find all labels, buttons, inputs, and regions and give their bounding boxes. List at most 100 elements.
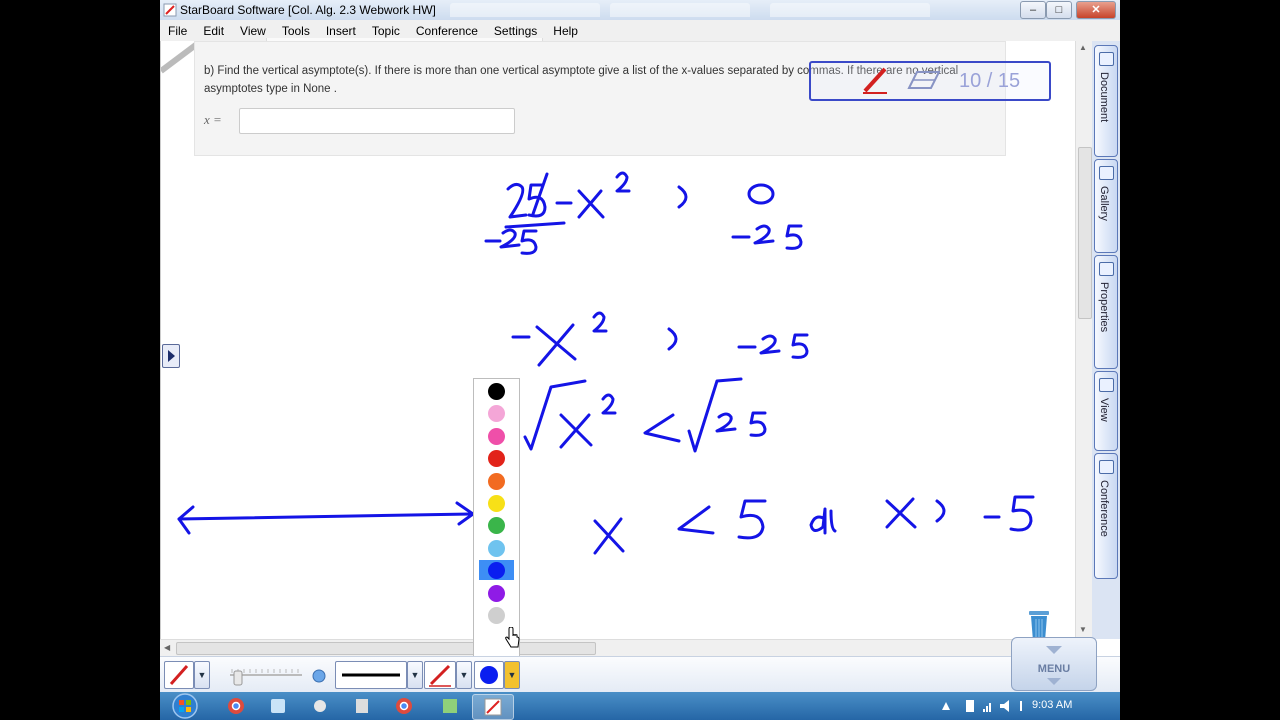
tab-view-label: View bbox=[1098, 398, 1110, 422]
menu-insert[interactable]: Insert bbox=[318, 24, 364, 38]
handwriting-layer bbox=[177, 171, 1035, 555]
color-dot bbox=[488, 472, 505, 490]
taskbar: 9:03 AM bbox=[160, 692, 1120, 720]
start-button-icon[interactable] bbox=[168, 693, 202, 719]
menu-tools[interactable]: Tools bbox=[274, 24, 318, 38]
tab-view[interactable]: View bbox=[1094, 371, 1118, 451]
menu-topic[interactable]: Topic bbox=[364, 24, 408, 38]
vertical-scrollbar[interactable]: ▲ ▼ bbox=[1075, 41, 1093, 639]
vertical-scroll-thumb[interactable] bbox=[1078, 147, 1092, 319]
menu-help[interactable]: Help bbox=[545, 24, 586, 38]
line-style-dropdown[interactable]: ▼ bbox=[407, 661, 423, 689]
tab-conference-label: Conference bbox=[1098, 480, 1110, 537]
pen-tool-button[interactable] bbox=[164, 661, 194, 689]
tab-properties-label: Properties bbox=[1098, 282, 1110, 333]
color-dot bbox=[488, 607, 505, 624]
color-swatch[interactable] bbox=[479, 381, 514, 401]
menu-view[interactable]: View bbox=[232, 24, 274, 38]
tab-gallery[interactable]: Gallery bbox=[1094, 159, 1118, 253]
color-swatch[interactable] bbox=[479, 471, 514, 491]
tab-properties[interactable]: Properties bbox=[1094, 255, 1118, 369]
gallery-icon bbox=[1099, 166, 1114, 180]
pen-icon[interactable] bbox=[859, 65, 891, 95]
color-swatch[interactable] bbox=[479, 605, 514, 625]
close-button[interactable]: ✕ bbox=[1076, 1, 1116, 19]
color-dropdown[interactable]: ▼ bbox=[504, 661, 520, 689]
background-browser-tab bbox=[610, 3, 750, 17]
chevron-down-icon bbox=[1047, 678, 1061, 685]
side-tab-bar: Document Gallery Properties View Confere… bbox=[1092, 41, 1120, 639]
pen-icon bbox=[169, 665, 189, 685]
window-title: StarBoard Software [Col. Alg. 2.3 Webwor… bbox=[180, 3, 436, 17]
pen-tool-dropdown[interactable]: ▼ bbox=[194, 661, 210, 689]
taskbar-app-icon[interactable] bbox=[258, 694, 298, 718]
current-color-button[interactable] bbox=[474, 661, 504, 689]
color-swatch[interactable] bbox=[479, 538, 514, 558]
whiteboard-canvas[interactable]: b) Find the vertical asymptote(s). If th… bbox=[160, 38, 1076, 641]
play-arrow-icon bbox=[168, 350, 175, 362]
menu-button[interactable]: MENU bbox=[1011, 637, 1097, 691]
maximize-button[interactable]: □ bbox=[1046, 1, 1072, 19]
properties-icon bbox=[1099, 262, 1114, 276]
color-dot bbox=[488, 450, 505, 468]
color-swatch[interactable] bbox=[479, 403, 514, 423]
color-swatch[interactable] bbox=[479, 560, 514, 581]
menu-edit[interactable]: Edit bbox=[195, 24, 232, 38]
document-icon bbox=[1099, 52, 1114, 66]
background-browser-tab bbox=[770, 3, 930, 17]
taskbar-media-icon[interactable] bbox=[300, 694, 340, 718]
page-counter: 10 / 15 bbox=[959, 70, 1021, 92]
starboard-app-icon bbox=[163, 3, 177, 17]
eraser-icon[interactable] bbox=[907, 68, 941, 92]
tab-document-label: Document bbox=[1098, 72, 1110, 123]
hand-cursor-icon bbox=[505, 627, 520, 648]
horizontal-scroll-thumb[interactable] bbox=[176, 642, 596, 655]
taskbar-chrome-icon[interactable] bbox=[384, 694, 424, 718]
taskbar-clock: 9:03 AM bbox=[1032, 699, 1073, 711]
scroll-left-arrow-icon[interactable]: ◀ bbox=[164, 643, 170, 652]
taskbar-chrome-icon[interactable] bbox=[216, 694, 256, 718]
menu-file[interactable]: File bbox=[160, 24, 195, 38]
line-style-button[interactable] bbox=[335, 661, 407, 689]
color-swatch[interactable] bbox=[479, 426, 514, 446]
color-dot bbox=[488, 405, 505, 423]
tab-conference[interactable]: Conference bbox=[1094, 453, 1118, 579]
color-dot bbox=[488, 539, 505, 557]
color-dot bbox=[488, 562, 505, 580]
pen-icon bbox=[429, 664, 451, 687]
menu-conference[interactable]: Conference bbox=[408, 24, 486, 38]
taskbar-starboard-icon[interactable] bbox=[472, 694, 514, 720]
color-dot bbox=[488, 383, 505, 400]
color-palette-popup bbox=[473, 378, 520, 658]
pen-color-tool-dropdown[interactable]: ▼ bbox=[456, 661, 472, 689]
taskbar-geometry-icon[interactable] bbox=[430, 694, 470, 718]
tab-document[interactable]: Document bbox=[1094, 45, 1118, 157]
color-dot bbox=[488, 427, 505, 445]
view-icon bbox=[1099, 378, 1114, 392]
color-swatch[interactable] bbox=[479, 583, 514, 603]
color-swatch[interactable] bbox=[479, 515, 514, 535]
current-color-dot bbox=[480, 666, 498, 684]
title-bar: StarBoard Software [Col. Alg. 2.3 Webwor… bbox=[160, 0, 1120, 21]
starboard-window: StarBoard Software [Col. Alg. 2.3 Webwor… bbox=[160, 0, 1120, 720]
line-style-icon bbox=[342, 673, 400, 677]
expand-left-panel-button[interactable] bbox=[162, 344, 180, 368]
minimize-button[interactable]: – bbox=[1020, 1, 1046, 19]
chevron-down-icon bbox=[1046, 646, 1062, 654]
scroll-down-arrow-icon[interactable]: ▼ bbox=[1079, 625, 1087, 634]
tab-gallery-label: Gallery bbox=[1098, 186, 1110, 221]
taskbar-calculator-icon[interactable] bbox=[342, 694, 382, 718]
menu-button-label: MENU bbox=[1037, 663, 1071, 675]
color-swatch[interactable] bbox=[479, 493, 514, 513]
width-slider[interactable] bbox=[226, 661, 326, 689]
conference-icon bbox=[1099, 460, 1114, 474]
horizontal-scrollbar[interactable]: ◀ bbox=[160, 639, 1075, 657]
system-tray-icons[interactable] bbox=[940, 698, 1026, 714]
color-dot bbox=[488, 584, 505, 602]
color-swatch[interactable] bbox=[479, 448, 514, 468]
menu-settings[interactable]: Settings bbox=[486, 24, 545, 38]
bottom-toolbar: ▼ ▼ ▼ ▼ bbox=[160, 656, 1120, 693]
scroll-up-arrow-icon[interactable]: ▲ bbox=[1079, 43, 1087, 52]
page-navigator[interactable]: 10 / 15 bbox=[809, 61, 1051, 101]
pen-color-tool-button[interactable] bbox=[424, 661, 456, 689]
